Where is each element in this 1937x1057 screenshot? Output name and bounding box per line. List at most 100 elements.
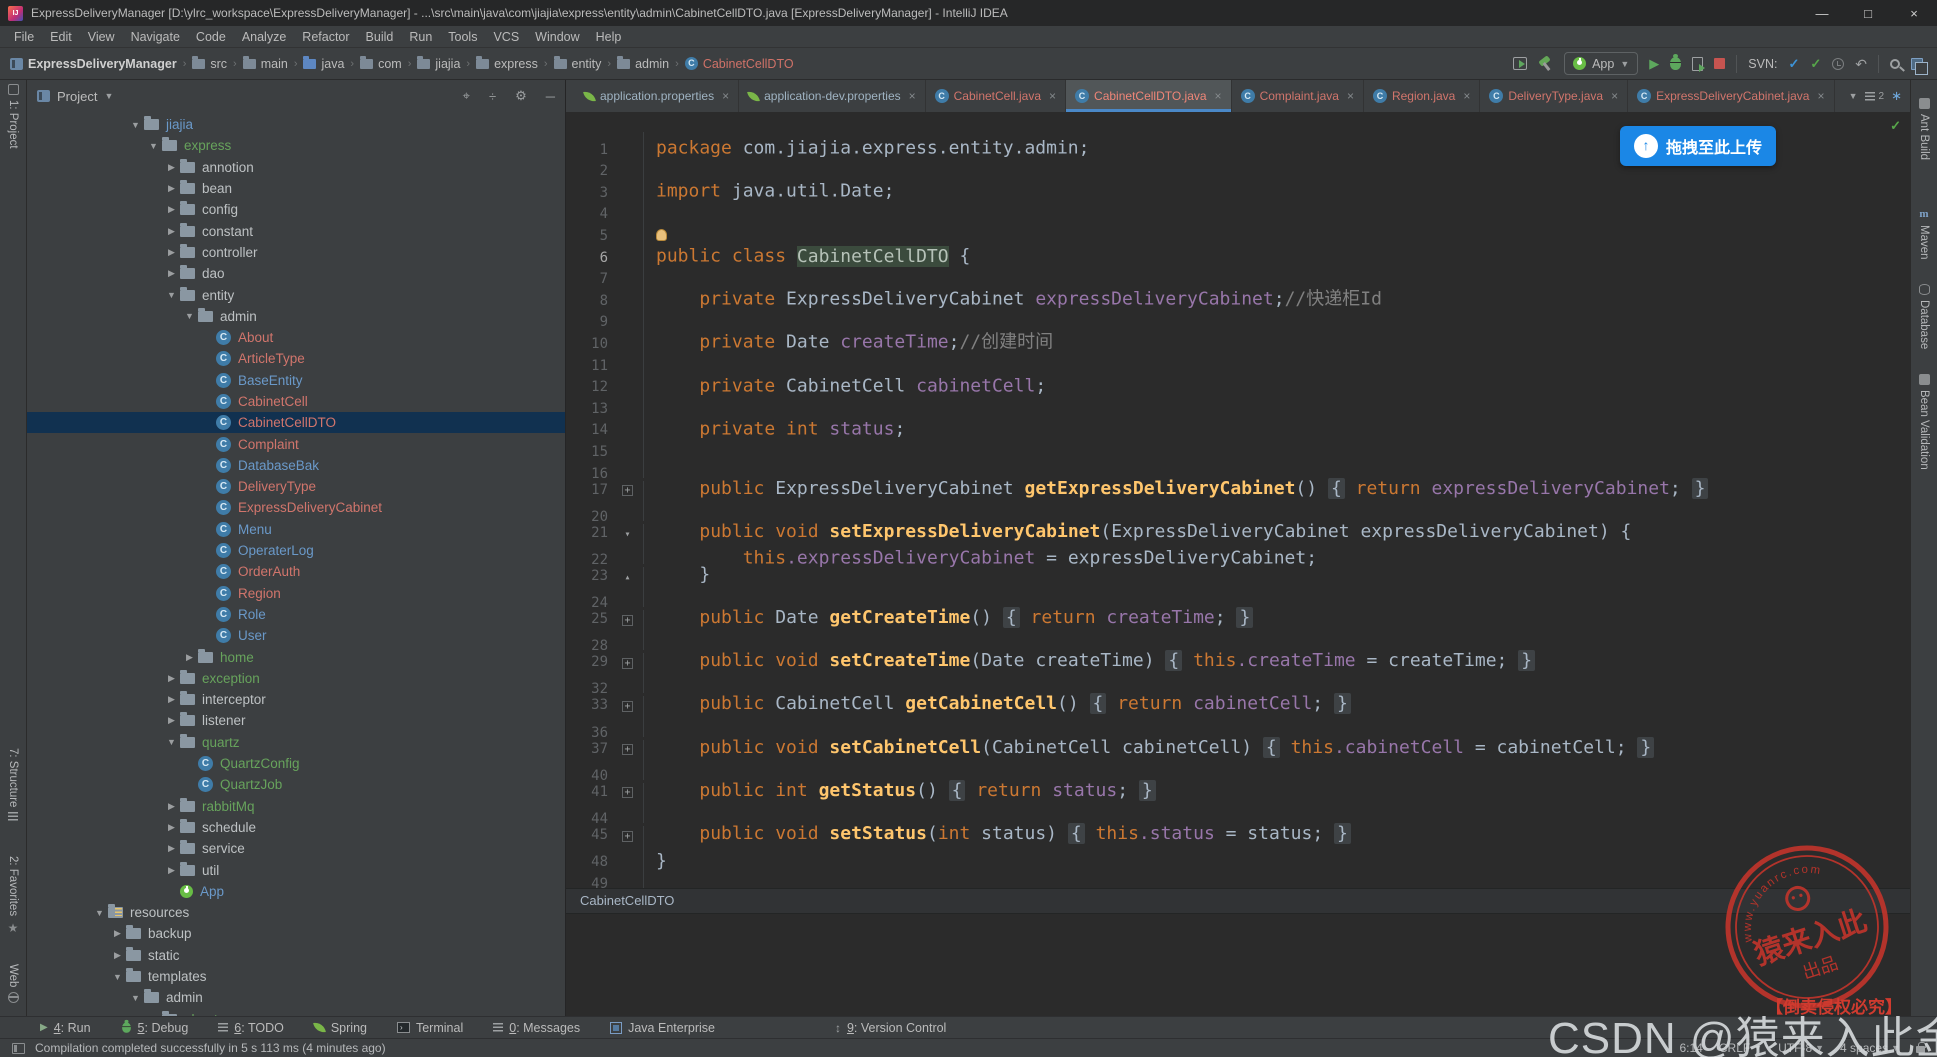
vcs-commit-icon[interactable]: ✓ [1810, 56, 1821, 72]
close-tab-icon[interactable]: × [722, 89, 729, 103]
upload-overlay-button[interactable]: 拖拽至此上传 [1620, 126, 1777, 166]
code-line[interactable]: 45 + public void setStatus(int status) { … [566, 823, 1910, 848]
tree-item-listener[interactable]: ▶ listener [27, 710, 565, 731]
tree-item-dao[interactable]: ▶ dao [27, 263, 565, 284]
breadcrumb-item[interactable]: com [360, 55, 402, 71]
tree-item-databasebak[interactable]: C DatabaseBak [27, 455, 565, 476]
tree-expand-arrow[interactable]: ▼ [181, 311, 198, 321]
breadcrumb-item[interactable]: C CabinetCellDTO [684, 57, 794, 71]
menu-file[interactable]: File [6, 26, 42, 47]
tree-item-cabinetcelldto[interactable]: C CabinetCellDTO [27, 412, 565, 434]
code-line[interactable]: 49 [566, 866, 1910, 892]
tool-window-button-spring[interactable]: Spring [312, 1021, 367, 1035]
editor-tab-application-dev-properties[interactable]: application-dev.properties × [739, 80, 926, 112]
tree-item-bean[interactable]: ▶ bean [27, 178, 565, 199]
code-line[interactable]: 28 [566, 628, 1910, 654]
code-line[interactable]: 32 [566, 671, 1910, 697]
tree-item-role[interactable]: C Role [27, 604, 565, 625]
fold-expand-icon[interactable]: + [622, 614, 633, 626]
code-line[interactable]: 22 this.expressDeliveryCabinet = express… [566, 542, 1910, 569]
stop-button[interactable] [1714, 58, 1726, 69]
tree-item-cabinetcell[interactable]: C CabinetCell [27, 391, 565, 412]
close-tab-icon[interactable]: × [909, 89, 916, 103]
maximize-button[interactable]: □ [1845, 0, 1891, 26]
tree-expand-arrow[interactable]: ▼ [163, 290, 180, 300]
code-line[interactable]: 12 private CabinetCell cabinetCell; [566, 369, 1910, 396]
tree-collapse-arrow[interactable]: ▶ [163, 162, 180, 173]
tree-collapse-arrow[interactable]: ▶ [163, 183, 180, 194]
minimize-button[interactable]: — [1799, 0, 1845, 26]
tree-expand-arrow[interactable]: ▼ [127, 120, 144, 130]
project-panel-title[interactable]: Project [57, 89, 97, 104]
code-editor[interactable]: 1 package com.jiajia.express.entity.admin… [566, 112, 1910, 892]
tree-collapse-arrow[interactable]: ▶ [163, 822, 180, 833]
fold-expand-icon[interactable]: + [622, 657, 633, 669]
hide-panel-icon[interactable]: ─ [546, 89, 555, 104]
tree-collapse-arrow[interactable]: ▶ [163, 226, 180, 237]
tree-collapse-arrow[interactable]: ▶ [163, 204, 180, 215]
close-tab-icon[interactable]: × [1611, 89, 1618, 103]
tree-collapse-arrow[interactable]: ▶ [163, 673, 180, 684]
tree-collapse-arrow[interactable]: ▶ [163, 694, 180, 705]
code-line[interactable]: 29 + public void setCreateTime(Date creat… [566, 650, 1910, 675]
tree-item-about[interactable]: ▶about [27, 1008, 565, 1016]
tool-window-button-todo[interactable]: 6: TODO [218, 1021, 284, 1035]
menu-run[interactable]: Run [401, 26, 440, 47]
breadcrumb-item[interactable]: jiajia [417, 55, 460, 71]
tool-window-button-ant-build[interactable]: Ant Build [1911, 98, 1937, 160]
tree-collapse-arrow[interactable]: ▶ [163, 801, 180, 812]
code-line[interactable]: 41 + public int getStatus() { return stat… [566, 779, 1910, 805]
breadcrumb-item[interactable]: src [192, 55, 227, 71]
fold-expand-icon[interactable]: + [622, 830, 633, 842]
tree-expand-arrow[interactable]: ▼ [163, 737, 180, 747]
breadcrumb-item[interactable]: express [476, 55, 538, 71]
menu-analyze[interactable]: Analyze [234, 26, 294, 47]
tree-collapse-arrow[interactable]: ▶ [109, 928, 126, 939]
tool-window-button-terminal[interactable]: › Terminal [396, 1021, 463, 1035]
tool-window-button-web[interactable]: Web [0, 964, 26, 1004]
rollback-icon[interactable]: ↶ [1855, 57, 1867, 71]
tree-item-baseentity[interactable]: C BaseEntity [27, 370, 565, 391]
tree-collapse-arrow[interactable]: ▶ [109, 950, 126, 961]
editor-tab-region-java[interactable]: C Region.java × [1364, 80, 1481, 112]
menu-window[interactable]: Window [527, 26, 587, 47]
tree-collapse-arrow[interactable]: ▶ [181, 652, 198, 663]
fold-expand-icon[interactable]: + [622, 700, 633, 712]
fold-expand-icon[interactable]: + [622, 787, 633, 799]
menu-view[interactable]: View [80, 26, 123, 47]
code-line[interactable]: 6 public class CabinetCellDTO { [566, 239, 1910, 267]
tree-collapse-arrow[interactable]: ▶ [163, 843, 180, 854]
tree-item-operaterlog[interactable]: C OperaterLog [27, 540, 565, 561]
vcs-update-icon[interactable]: ✓ [1788, 56, 1799, 72]
tree-item-expressdeliverycabinet[interactable]: C ExpressDeliveryCabinet [27, 497, 565, 518]
close-tab-icon[interactable]: × [1817, 89, 1824, 103]
fold-expand-icon[interactable]: + [622, 744, 633, 756]
debug-button[interactable] [1670, 54, 1682, 70]
tool-window-button-debug[interactable]: 5: Debug [121, 1019, 188, 1035]
menu-navigate[interactable]: Navigate [123, 26, 188, 47]
gear-icon[interactable]: ⚙ [515, 88, 527, 104]
close-button[interactable]: × [1891, 0, 1937, 26]
menu-tools[interactable]: Tools [440, 26, 485, 47]
tree-item-util[interactable]: ▶ util [27, 859, 565, 880]
run-configuration-select[interactable]: App ▼ [1564, 52, 1639, 75]
tool-window-button----structure[interactable]: 7: Structure [0, 748, 26, 822]
code-line[interactable]: 33 + public CabinetCell getCabinetCell() … [566, 693, 1910, 719]
code-line[interactable]: 48} [566, 844, 1910, 871]
tree-item-quartzjob[interactable]: C QuartzJob [27, 774, 565, 795]
hidden-tabs-widget[interactable]: ▼ 2 ∗ [1840, 80, 1906, 112]
tree-item-admin[interactable]: ▼ admin [27, 987, 565, 1008]
menu-edit[interactable]: Edit [42, 26, 80, 47]
tree-item-articletype[interactable]: C ArticleType [27, 348, 565, 369]
editor-breadcrumb-item[interactable]: CabinetCellDTO [580, 893, 674, 908]
tree-expand-arrow[interactable]: ▼ [109, 972, 126, 982]
tree-item-jiajia[interactable]: ▼ jiajia [27, 114, 565, 135]
tree-item-annotion[interactable]: ▶ annotion [27, 157, 565, 178]
menu-help[interactable]: Help [588, 26, 630, 47]
code-line[interactable]: 5 [566, 218, 1910, 244]
breadcrumb-item[interactable]: main [242, 55, 288, 71]
tool-window-button-bean-validation[interactable]: Bean Validation [1911, 374, 1937, 470]
close-tab-icon[interactable]: × [1347, 89, 1354, 103]
tool-window-button----favorites[interactable]: 2: Favorites ★ [0, 856, 26, 935]
tool-window-button-java-enterprise[interactable]: Java Enterprise [610, 1021, 715, 1035]
